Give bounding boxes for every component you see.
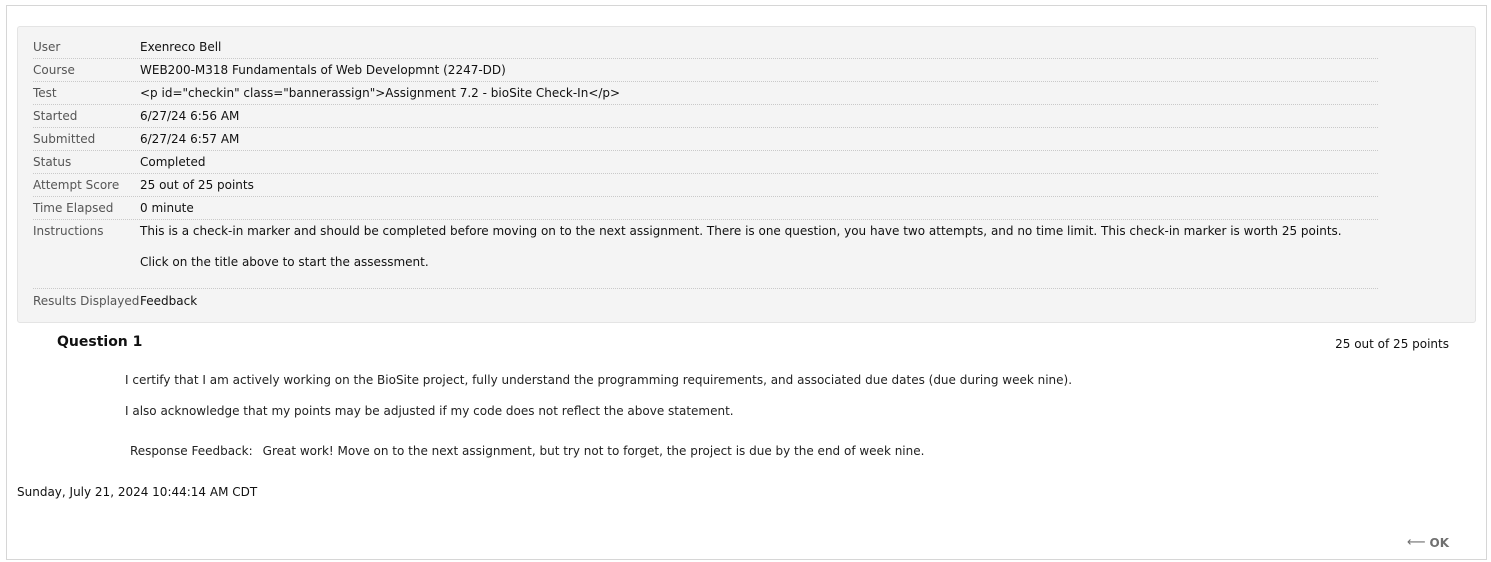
question-text-line1: I certify that I am actively working on … — [125, 373, 1073, 387]
test-value: <p id="checkin" class="bannerassign">Ass… — [140, 86, 621, 100]
time-elapsed-label: Time Elapsed — [33, 201, 114, 215]
summary-row-started: Started 6/27/24 6:56 AM — [33, 105, 1378, 128]
instructions-value: This is a check-in marker and should be … — [140, 220, 1378, 288]
instructions-text-line1: This is a check-in marker and should be … — [140, 224, 1342, 238]
question-score: 25 out of 25 points — [1335, 337, 1449, 351]
instructions-label: Instructions — [33, 224, 104, 238]
attempt-summary-table: User Exenreco Bell Course WEB200-M318 Fu… — [33, 36, 1378, 313]
question-text-line2: I also acknowledge that my points may be… — [125, 404, 734, 418]
summary-row-submitted: Submitted 6/27/24 6:57 AM — [33, 128, 1378, 151]
summary-row-status: Status Completed — [33, 151, 1378, 174]
response-feedback: Response Feedback: Great work! Move on to… — [130, 442, 924, 460]
summary-row-user: User Exenreco Bell — [33, 36, 1378, 59]
response-feedback-label: Response Feedback: — [130, 444, 253, 458]
status-value: Completed — [140, 155, 206, 169]
left-arrow-icon: ⟵ — [1406, 535, 1426, 550]
instructions-text-line2: Click on the title above to start the as… — [140, 255, 429, 269]
response-feedback-text: Great work! Move on to the next assignme… — [262, 444, 925, 458]
course-label: Course — [33, 63, 75, 77]
summary-row-attempt-score: Attempt Score 25 out of 25 points — [33, 174, 1378, 197]
submitted-value: 6/27/24 6:57 AM — [140, 132, 240, 146]
results-displayed-value: Feedback — [140, 294, 198, 308]
submitted-label: Submitted — [33, 132, 96, 146]
ok-button-label: OK — [1429, 536, 1450, 550]
user-value: Exenreco Bell — [140, 40, 222, 54]
started-value: 6/27/24 6:56 AM — [140, 109, 240, 123]
summary-row-course: Course WEB200-M318 Fundamentals of Web D… — [33, 59, 1378, 82]
test-label: Test — [33, 86, 57, 100]
summary-row-test: Test <p id="checkin" class="bannerassign… — [33, 82, 1378, 105]
question-body: I certify that I am actively working on … — [125, 371, 1072, 420]
ok-button[interactable]: ⟵ OK — [1407, 534, 1449, 552]
summary-row-time-elapsed: Time Elapsed 0 minute — [33, 197, 1378, 220]
time-elapsed-value: 0 minute — [140, 201, 194, 215]
course-value: WEB200-M318 Fundamentals of Web Developm… — [140, 63, 506, 77]
attempt-summary-panel: User Exenreco Bell Course WEB200-M318 Fu… — [17, 26, 1476, 323]
user-label: User — [33, 40, 61, 54]
attempt-score-value: 25 out of 25 points — [140, 178, 254, 192]
attempt-score-label: Attempt Score — [33, 178, 120, 192]
page-timestamp: Sunday, July 21, 2024 10:44:14 AM CDT — [17, 485, 258, 499]
summary-row-results-displayed: Results Displayed Feedback — [33, 289, 1378, 313]
question-title: Question 1 — [57, 334, 143, 350]
results-displayed-label: Results Displayed — [33, 294, 140, 308]
status-label: Status — [33, 155, 72, 169]
summary-row-instructions: Instructions This is a check-in marker a… — [33, 220, 1378, 289]
started-label: Started — [33, 109, 78, 123]
